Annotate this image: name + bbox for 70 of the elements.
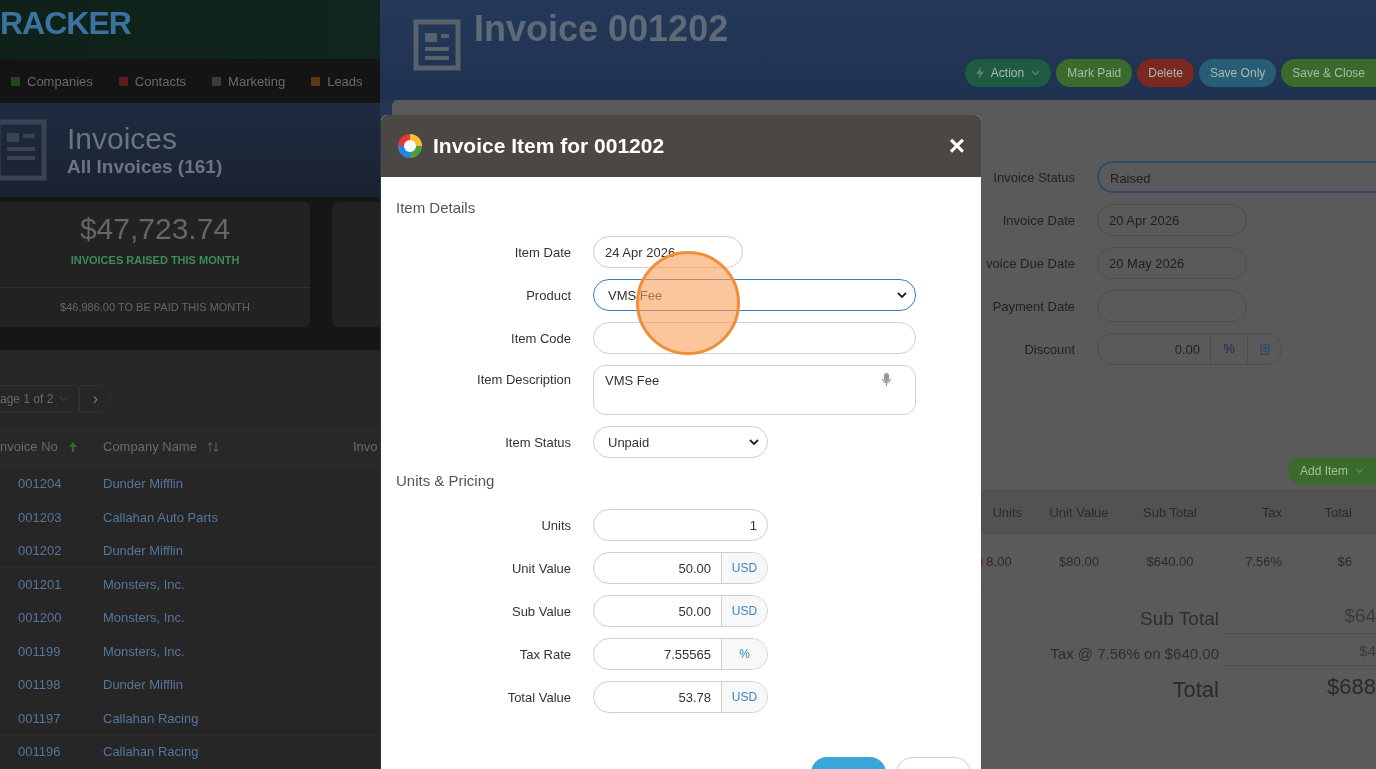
invoice-link[interactable]: 001204 [0, 476, 103, 492]
nav-item[interactable]: Marketing [211, 73, 286, 89]
stat-caption: INVOICES RAISED THIS MONTH [70, 253, 240, 266]
invoice-link[interactable]: 001199 [0, 643, 103, 659]
dialog-title: Invoice Item for 001202 [433, 134, 666, 158]
chevron-down-icon [1031, 70, 1041, 76]
field-label: Item Description [476, 371, 571, 387]
stat-amount: $47,723.74 [79, 211, 231, 246]
logo-icon [397, 133, 423, 159]
company-link[interactable]: Dunder Mifflin [103, 543, 353, 559]
action-button[interactable]: Save & Close [1281, 59, 1376, 87]
chevron-down-icon [897, 291, 907, 299]
document-icon [0, 119, 47, 182]
action-button[interactable]: Delete [1137, 59, 1194, 87]
invoice-title: Invoice 001202 [474, 8, 729, 50]
field-label: Sub Value [510, 603, 571, 619]
invoice-link[interactable]: 001202 [0, 543, 103, 559]
document-icon [413, 19, 461, 71]
company-link[interactable]: Monsters, Inc. [103, 576, 353, 592]
column-header[interactable]: nvoice No [0, 439, 103, 454]
section-heading: Units & Pricing [396, 472, 496, 489]
close-button[interactable]: × [948, 132, 965, 160]
field-label: Units [540, 517, 571, 533]
text-area[interactable]: VMS Fee [593, 365, 916, 415]
invoice-link[interactable]: 001197 [0, 710, 103, 726]
stat-footer: $46,986.00 TO BE PAID THIS MONTH [0, 286, 310, 327]
field-label: Total Value [506, 689, 571, 705]
action-button[interactable]: Save Only [1198, 59, 1277, 87]
company-link[interactable]: Dunder Mifflin [103, 476, 353, 492]
status-select[interactable]: Raised [1097, 161, 1376, 193]
field-label: Product [525, 287, 571, 303]
field-label: voice Due Date [986, 256, 1075, 271]
add-item-button[interactable]: Add Item [1287, 457, 1376, 485]
company-link[interactable]: Callahan Auto Parts [103, 509, 353, 525]
invoice-link[interactable]: 001196 [0, 744, 103, 760]
chevron-down-icon [1355, 468, 1364, 474]
field-label: Discount [1024, 342, 1075, 357]
microphone-icon [882, 373, 891, 387]
page-selector[interactable]: age 1 of 2 [0, 384, 80, 413]
invoice-link[interactable]: 001203 [0, 509, 103, 525]
action-button[interactable]: Action [964, 59, 1052, 87]
page-title: Invoices [67, 122, 179, 157]
page-subtitle: All Invoices (161) [67, 156, 223, 179]
nav-item[interactable]: Contacts [117, 73, 187, 89]
invoice-link[interactable]: 001201 [0, 576, 103, 592]
section-heading: Item Details [396, 199, 477, 216]
column-header[interactable]: Invo [353, 439, 380, 454]
lightning-icon [975, 67, 984, 79]
company-link[interactable]: Monsters, Inc. [103, 610, 353, 626]
company-link[interactable]: Callahan Racing [103, 744, 353, 760]
invoice-link[interactable]: 001198 [0, 677, 103, 693]
column-header[interactable]: Company Name [103, 439, 353, 454]
action-button[interactable]: Mark Paid [1056, 59, 1133, 87]
field-label: Item Status [504, 434, 571, 450]
nav-item[interactable]: Companies [10, 73, 93, 89]
company-link[interactable]: Monsters, Inc. [103, 643, 353, 659]
field-label: Unit Value [511, 560, 571, 576]
field-label: Item Date [513, 244, 571, 260]
invoice-link[interactable]: 001200 [0, 610, 103, 626]
field-label: Item Code [510, 330, 571, 346]
company-link[interactable]: Callahan Racing [103, 710, 353, 726]
company-link[interactable]: Dunder Mifflin [103, 677, 353, 693]
field-label: Invoice Status [993, 170, 1075, 185]
field-label: Payment Date [992, 299, 1075, 314]
chevron-down-icon [749, 438, 759, 446]
field-label: Tax Rate [518, 646, 571, 662]
field-label: Invoice Date [1002, 213, 1075, 228]
logo-text: RACKER [0, 6, 131, 40]
calculator-icon [1260, 343, 1270, 355]
nav-item[interactable]: Leads [310, 73, 363, 89]
